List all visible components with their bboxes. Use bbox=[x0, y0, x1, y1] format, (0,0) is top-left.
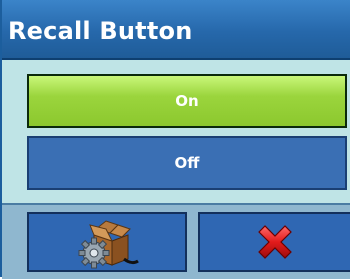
option-off-button[interactable]: Off bbox=[27, 136, 347, 190]
close-softkey-button[interactable] bbox=[198, 212, 350, 272]
page-title: Recall Button bbox=[8, 17, 193, 45]
option-on-button[interactable]: On bbox=[27, 74, 347, 128]
option-off-label: Off bbox=[174, 154, 200, 172]
option-on-label: On bbox=[175, 92, 199, 110]
title-bar: Recall Button bbox=[2, 0, 350, 60]
settings-softkey-button[interactable] bbox=[27, 212, 187, 272]
recall-button-screen: Recall Button On Off bbox=[0, 0, 350, 279]
